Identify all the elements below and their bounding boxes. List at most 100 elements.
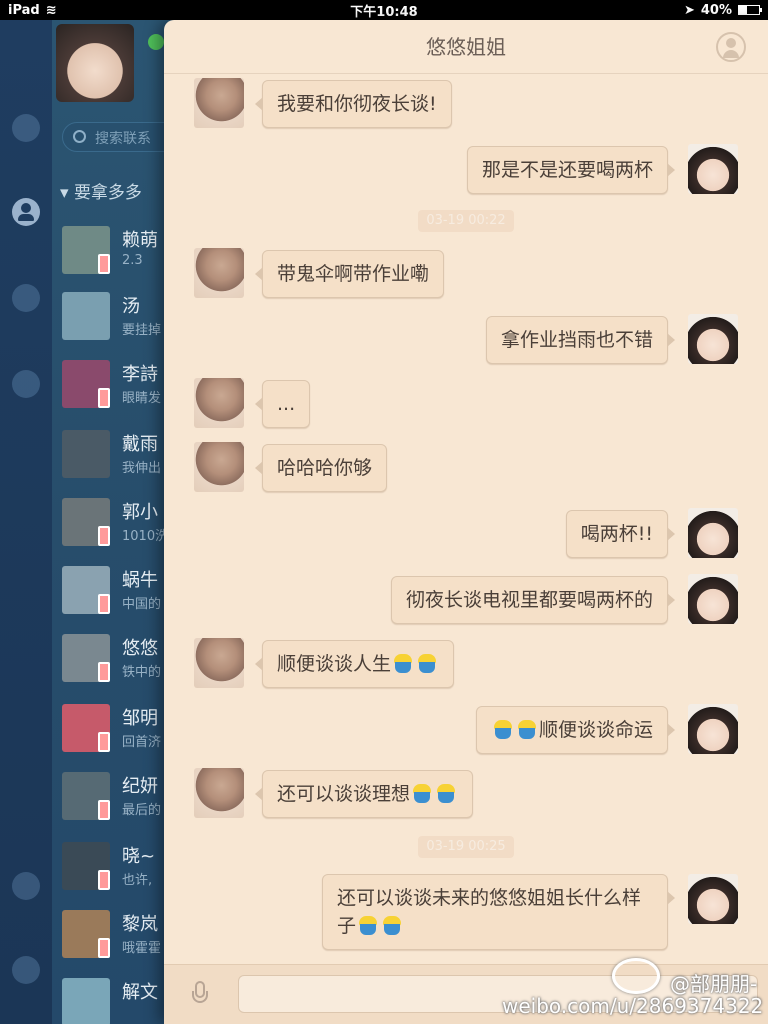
contact-name: 解文: [122, 982, 158, 1003]
message-text: 顺便谈谈命运: [538, 719, 653, 741]
my-message-avatar[interactable]: [688, 574, 738, 624]
mobile-icon: [98, 388, 110, 408]
search-placeholder: 搜索联系: [95, 131, 151, 147]
coffee-emoji-icon: [436, 783, 458, 803]
message-text: 我要和你彻夜长谈!: [277, 93, 437, 115]
chat-header: 悠悠姐姐: [164, 20, 768, 74]
contact-avatar[interactable]: [194, 638, 244, 688]
watermark-url: weibo.com/u/2869374322: [502, 994, 764, 1018]
my-message-avatar[interactable]: [688, 704, 738, 754]
contact-status: 铁中的: [122, 665, 162, 680]
contact-name: 晓~: [122, 846, 156, 867]
message-bubble[interactable]: 带鬼伞啊带作业嘞: [254, 250, 445, 298]
coffee-emoji-icon: [393, 653, 415, 673]
groups-icon[interactable]: [12, 284, 40, 312]
message-bubble[interactable]: 还可以谈谈理想: [254, 770, 474, 818]
my-message-avatar[interactable]: [688, 874, 738, 924]
contact-name: 郭小: [122, 502, 158, 523]
contact-name: 悠悠: [122, 638, 158, 659]
my-message-avatar[interactable]: [688, 508, 738, 558]
message-bubble[interactable]: 还可以谈谈未来的悠悠姐姐长什么样子: [322, 874, 675, 950]
coffee-emoji-icon: [417, 653, 439, 673]
profile-button[interactable]: [716, 32, 746, 62]
contact-name: 赖萌: [122, 230, 158, 251]
timestamp: 03-19 00:22: [418, 210, 514, 232]
contact-status: 中国的: [122, 597, 162, 612]
group-title: 要拿多多: [73, 183, 142, 203]
message-bubble[interactable]: 我要和你彻夜长谈!: [255, 80, 452, 128]
coffee-emoji-icon: [382, 915, 404, 935]
device-label: iPad: [8, 2, 40, 18]
contact-avatar[interactable]: [194, 78, 244, 128]
message-text: 哈哈哈你够: [277, 457, 373, 479]
coffee-emoji-icon: [358, 915, 380, 935]
contact-status: 回首济: [122, 735, 162, 750]
shirt-icon[interactable]: [12, 872, 40, 900]
contact-name: 戴雨: [122, 434, 158, 455]
mobile-icon: [98, 526, 110, 546]
clock: 下午10:48: [350, 4, 418, 20]
contact-avatar[interactable]: [194, 378, 244, 428]
contact-status: 最后的: [122, 803, 162, 818]
coffee-emoji-icon: [517, 719, 539, 739]
watermark-handle: @部朋朋-: [670, 972, 758, 996]
microphone-icon[interactable]: [190, 981, 210, 1011]
message-text: 还可以谈谈理想: [277, 783, 411, 805]
contact-name: 邹明: [122, 708, 158, 729]
message-text: 喝两杯!!: [580, 523, 653, 545]
contact-avatar[interactable]: [194, 768, 244, 818]
mobile-icon: [98, 800, 110, 820]
message-bubble[interactable]: 顺便谈谈人生: [254, 640, 455, 688]
contact-name: 蜗牛: [122, 570, 158, 591]
contact-name: 黎岚: [122, 914, 158, 935]
contact-status: 要挂掉: [122, 323, 162, 338]
message-bubble[interactable]: 哈哈哈你够: [254, 444, 388, 492]
timestamp: 03-19 00:25: [418, 836, 514, 858]
settings-icon[interactable]: [12, 956, 40, 984]
coffee-emoji-icon: [493, 719, 515, 739]
mobile-icon: [98, 254, 110, 274]
message-bubble[interactable]: 彻夜长谈电视里都要喝两杯的: [390, 576, 676, 624]
contact-avatar: [62, 978, 110, 1024]
weibo-icon: [612, 958, 660, 994]
my-message-avatar[interactable]: [688, 144, 738, 194]
contact-status: 眼睛发: [122, 391, 162, 406]
chat-icon[interactable]: [12, 114, 40, 142]
contacts-icon[interactable]: [12, 198, 40, 226]
contact-avatar: [62, 430, 110, 478]
message-bubble[interactable]: 拿作业挡雨也不错: [485, 316, 676, 364]
contact-status: 2.3: [122, 253, 143, 268]
message-bubble[interactable]: 喝两杯!!: [565, 510, 676, 558]
mobile-icon: [98, 938, 110, 958]
message-bubble[interactable]: 顺便谈谈命运: [475, 706, 676, 754]
mobile-icon: [98, 662, 110, 682]
contact-status: 我伸出: [122, 461, 162, 476]
message-text: 那是不是还要喝两杯: [481, 159, 653, 181]
my-avatar[interactable]: [56, 24, 134, 102]
contact-avatar[interactable]: [194, 442, 244, 492]
status-bar: iPad ≋ 下午10:48 ➤ 40%: [0, 0, 768, 20]
mobile-icon: [98, 732, 110, 752]
mobile-icon: [98, 594, 110, 614]
online-status-icon: [148, 34, 164, 50]
message-bubble[interactable]: 那是不是还要喝两杯: [466, 146, 676, 194]
group-header[interactable]: ▾ 要拿多多: [60, 178, 142, 203]
discover-icon[interactable]: [12, 370, 40, 398]
message-text: ...: [277, 393, 296, 415]
watermark: @部朋朋- weibo.com/u/2869374322: [502, 958, 768, 1024]
wifi-icon: ≋: [45, 2, 57, 18]
message-text: 彻夜长谈电视里都要喝两杯的: [405, 589, 653, 611]
contact-name: 纪妍: [122, 776, 158, 797]
message-text: 拿作业挡雨也不错: [500, 329, 653, 351]
battery-percent: 40%: [700, 2, 732, 18]
my-message-avatar[interactable]: [688, 314, 738, 364]
message-bubble[interactable]: ...: [254, 380, 311, 428]
chat-title: 悠悠姐姐: [426, 35, 506, 59]
battery-icon: [738, 5, 762, 15]
message-text: 带鬼伞啊带作业嘞: [277, 263, 430, 285]
search-icon: [73, 130, 86, 143]
message-text: 顺便谈谈人生: [277, 653, 392, 675]
contact-avatar[interactable]: [194, 248, 244, 298]
contact-name: 李詩: [122, 364, 158, 385]
contact-status: 也许,: [122, 873, 153, 888]
